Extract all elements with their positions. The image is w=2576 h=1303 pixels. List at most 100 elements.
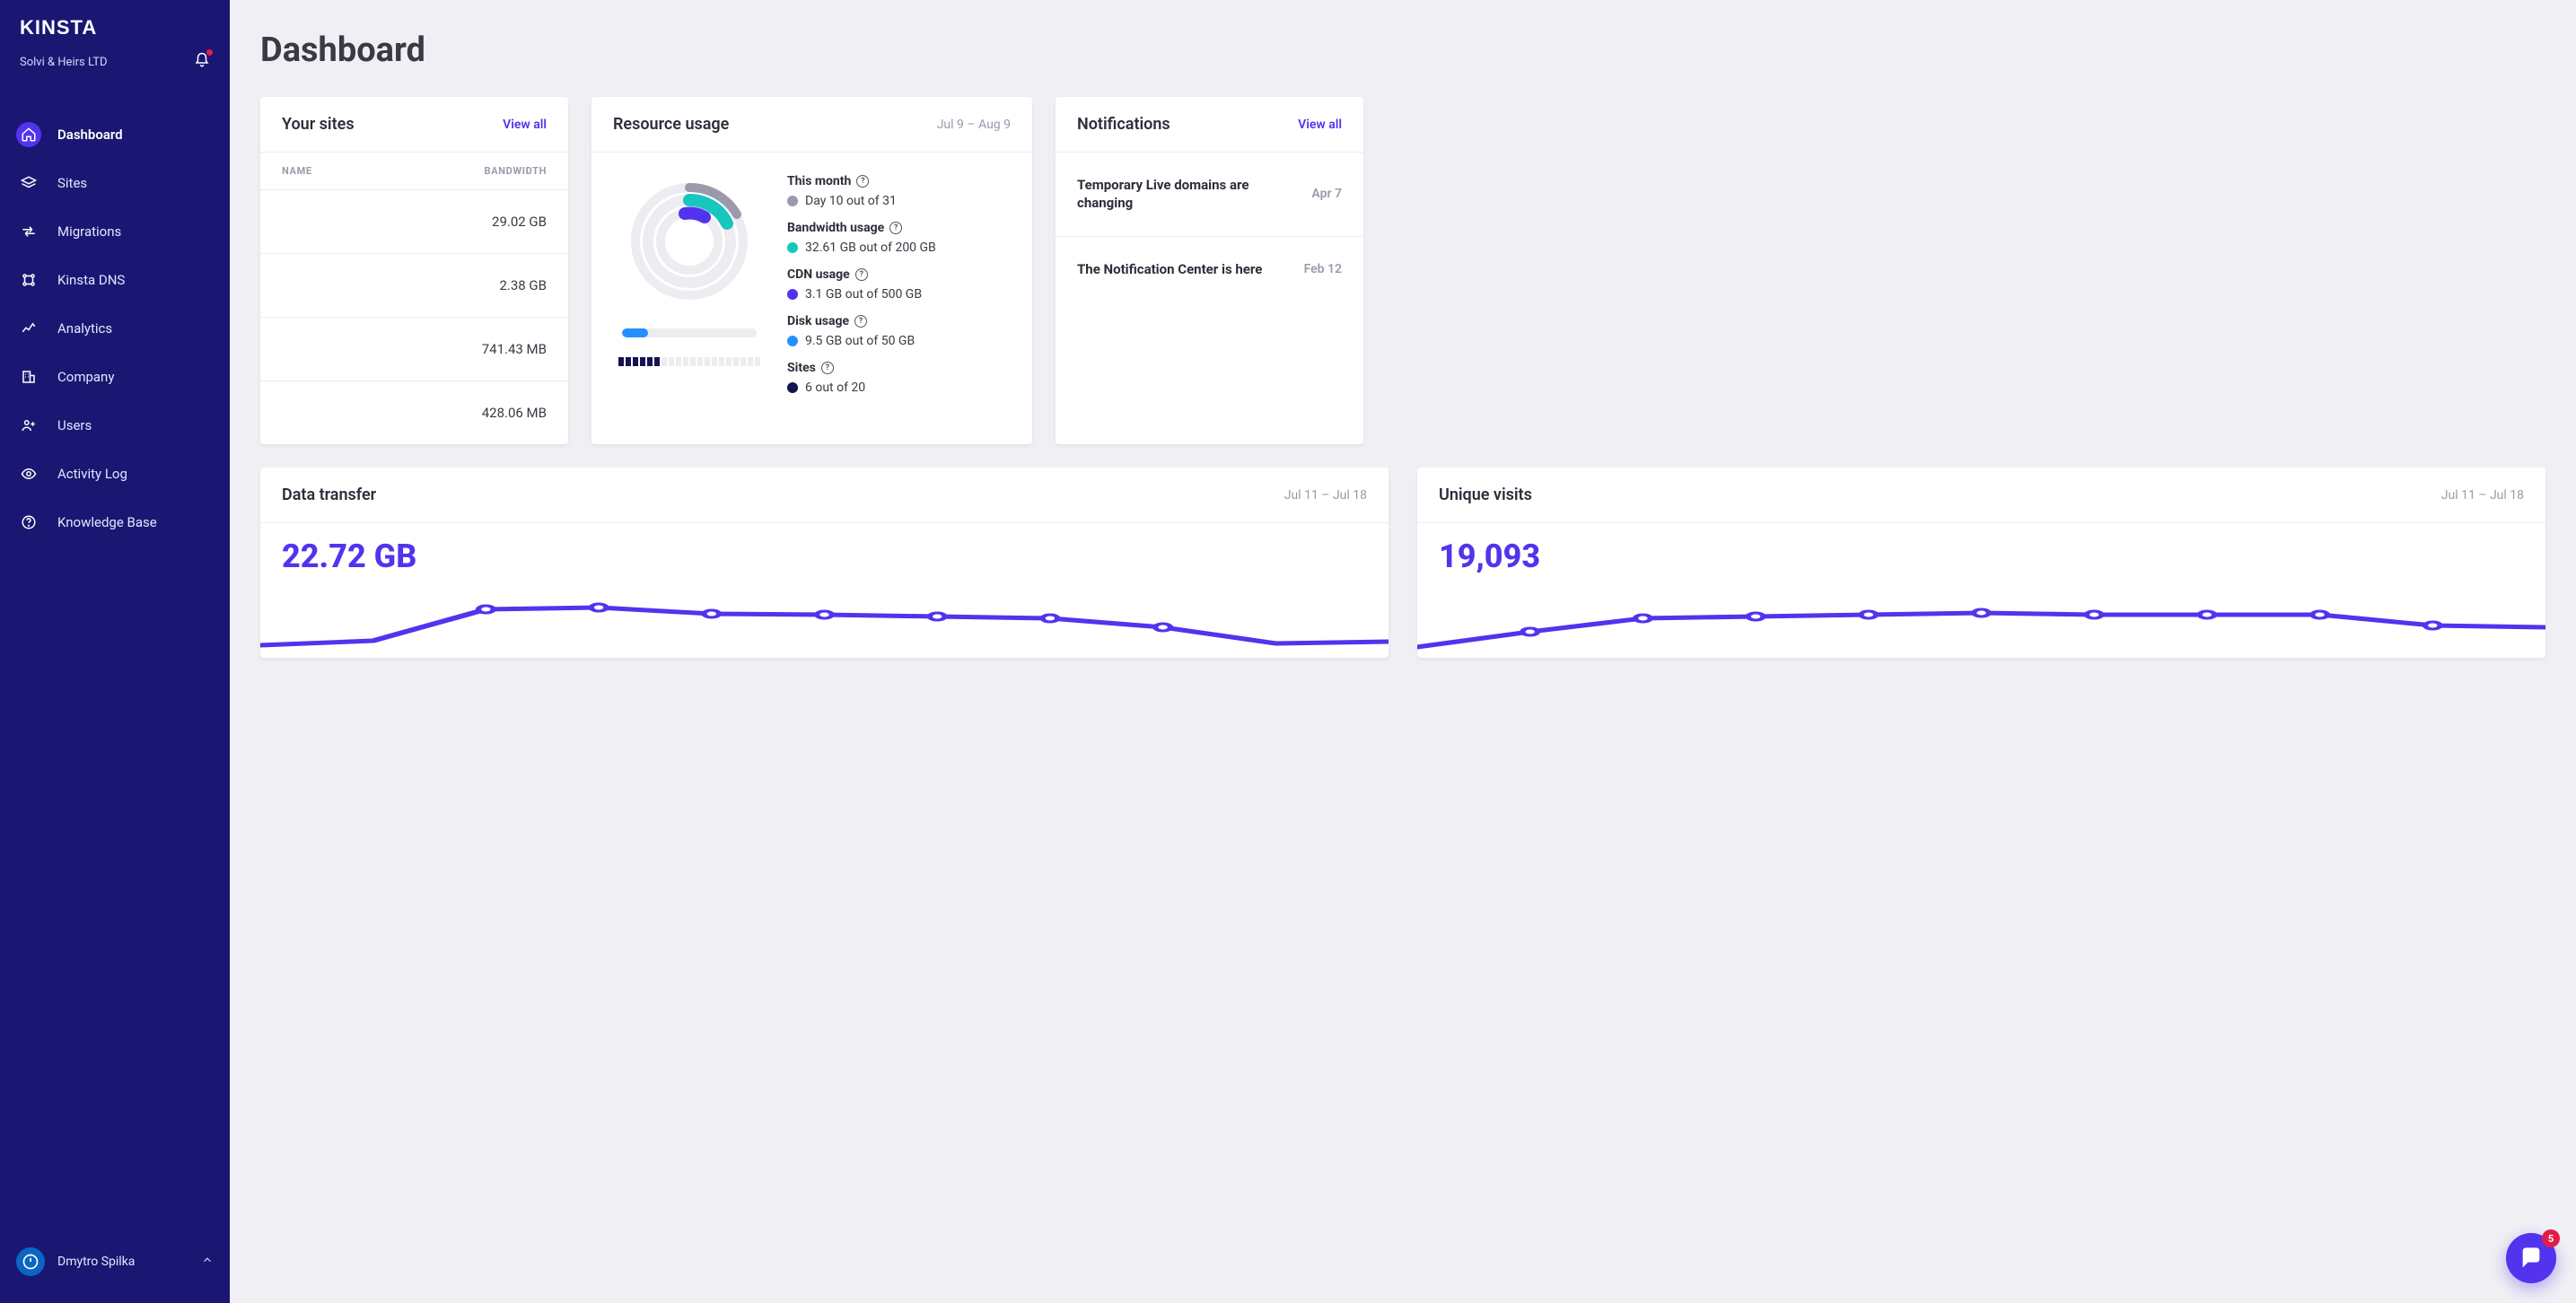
notifications-bell[interactable] bbox=[194, 52, 210, 72]
sidebar-item-label: Users bbox=[57, 417, 92, 433]
usage-label: Disk usage bbox=[787, 314, 849, 328]
usage-label: Bandwidth usage bbox=[787, 221, 884, 235]
notifications-title: Notifications bbox=[1077, 115, 1170, 134]
sidebar-item-dashboard[interactable]: Dashboard bbox=[0, 111, 230, 158]
sites-usage-ticks bbox=[618, 357, 760, 366]
notification-item[interactable]: Temporary Live domains are changing Apr … bbox=[1056, 153, 1363, 237]
usage-value: 3.1 GB out of 500 GB bbox=[805, 287, 922, 302]
help-icon[interactable]: ? bbox=[854, 315, 867, 328]
sidebar-item-label: Analytics bbox=[57, 320, 112, 337]
your-sites-view-all[interactable]: View all bbox=[503, 118, 547, 132]
unique-visits-date-range: Jul 11 – Jul 18 bbox=[2441, 488, 2524, 503]
bell-unread-dot bbox=[206, 49, 213, 56]
data-transfer-title: Data transfer bbox=[282, 485, 376, 504]
resource-title: Resource usage bbox=[613, 115, 729, 134]
your-sites-card: Your sites View all NAME BANDWIDTH 29.02… bbox=[260, 97, 568, 444]
company-name: Solvi & Heirs LTD bbox=[20, 56, 108, 69]
data-transfer-card: Data transfer Jul 11 – Jul 18 22.72 GB bbox=[260, 468, 1389, 658]
table-row[interactable]: 29.02 GB bbox=[260, 190, 568, 254]
column-bandwidth: BANDWIDTH bbox=[485, 165, 547, 177]
sidebar-item-users[interactable]: Users bbox=[0, 402, 230, 449]
user-menu[interactable]: Dmytro Spilka bbox=[0, 1237, 230, 1287]
data-transfer-sparkline bbox=[260, 582, 1389, 654]
home-icon bbox=[21, 127, 37, 143]
usage-value: 9.5 GB out of 50 GB bbox=[805, 334, 915, 348]
sidebar-item-sites[interactable]: Sites bbox=[0, 160, 230, 206]
dot-icon bbox=[787, 242, 798, 253]
sidebar-item-kinsta-dns[interactable]: Kinsta DNS bbox=[0, 257, 230, 303]
bandwidth-value: 2.38 GB bbox=[499, 277, 547, 293]
notification-title: The Notification Center is here bbox=[1077, 260, 1262, 278]
chat-icon bbox=[2519, 1246, 2544, 1271]
unique-visits-title: Unique visits bbox=[1439, 485, 1532, 504]
bandwidth-value: 428.06 MB bbox=[482, 405, 547, 421]
usage-value: 32.61 GB out of 200 GB bbox=[805, 240, 936, 255]
eye-icon bbox=[21, 466, 37, 482]
building-icon bbox=[21, 369, 37, 385]
sidebar-item-label: Company bbox=[57, 369, 114, 385]
bandwidth-value: 29.02 GB bbox=[492, 214, 547, 230]
sidebar-item-label: Activity Log bbox=[57, 466, 127, 482]
usage-label: This month bbox=[787, 174, 851, 188]
sidebar: KINSTA Solvi & Heirs LTD Dashboard Sites… bbox=[0, 0, 230, 1303]
usage-label: Sites bbox=[787, 361, 816, 375]
sidebar-nav: Dashboard Sites Migrations Kinsta DNS An… bbox=[0, 92, 230, 547]
stack-icon bbox=[21, 175, 37, 191]
sidebar-item-analytics[interactable]: Analytics bbox=[0, 305, 230, 352]
chat-badge: 5 bbox=[2542, 1229, 2560, 1247]
chart-icon bbox=[21, 320, 37, 337]
table-row[interactable]: 428.06 MB bbox=[260, 381, 568, 444]
user-name: Dmytro Spilka bbox=[57, 1255, 135, 1269]
resource-usage-card: Resource usage Jul 9 – Aug 9 bbox=[591, 97, 1032, 444]
avatar bbox=[16, 1247, 45, 1276]
help-icon[interactable]: ? bbox=[889, 222, 902, 234]
your-sites-title: Your sites bbox=[282, 115, 355, 134]
dot-icon bbox=[787, 382, 798, 393]
help-icon[interactable]: ? bbox=[856, 175, 869, 188]
unique-visits-value: 19,093 bbox=[1417, 523, 2545, 575]
bandwidth-value: 741.43 MB bbox=[482, 341, 547, 357]
notification-date: Feb 12 bbox=[1304, 262, 1342, 276]
usage-this-month: This month? Day 10 out of 31 bbox=[787, 174, 1011, 208]
sidebar-item-company[interactable]: Company bbox=[0, 354, 230, 400]
main-content: Dashboard Your sites View all NAME BANDW… bbox=[230, 0, 2576, 1303]
dot-icon bbox=[787, 336, 798, 346]
notifications-view-all[interactable]: View all bbox=[1298, 118, 1342, 132]
power-icon bbox=[22, 1253, 39, 1271]
help-icon bbox=[21, 514, 37, 530]
dot-icon bbox=[787, 196, 798, 206]
usage-cdn: CDN usage? 3.1 GB out of 500 GB bbox=[787, 267, 1011, 302]
sidebar-item-label: Migrations bbox=[57, 223, 121, 240]
sidebar-item-migrations[interactable]: Migrations bbox=[0, 208, 230, 255]
dot-icon bbox=[787, 289, 798, 300]
resource-donut-chart bbox=[622, 174, 757, 309]
page-title: Dashboard bbox=[260, 31, 2545, 70]
brand-logo[interactable]: KINSTA bbox=[0, 16, 230, 45]
data-transfer-value: 22.72 GB bbox=[260, 523, 1389, 575]
sidebar-item-activity-log[interactable]: Activity Log bbox=[0, 450, 230, 497]
arrows-icon bbox=[21, 223, 37, 240]
sidebar-item-label: Dashboard bbox=[57, 127, 123, 143]
resource-date-range: Jul 9 – Aug 9 bbox=[937, 118, 1011, 132]
dns-icon bbox=[21, 272, 37, 288]
chat-button[interactable]: 5 bbox=[2506, 1233, 2556, 1283]
sidebar-item-knowledge-base[interactable]: Knowledge Base bbox=[0, 499, 230, 546]
usage-sites: Sites? 6 out of 20 bbox=[787, 361, 1011, 395]
notification-item[interactable]: The Notification Center is here Feb 12 bbox=[1056, 237, 1363, 302]
help-icon[interactable]: ? bbox=[855, 268, 868, 281]
chevron-up-icon bbox=[201, 1254, 214, 1270]
notifications-card: Notifications View all Temporary Live do… bbox=[1056, 97, 1363, 444]
user-plus-icon bbox=[21, 417, 37, 433]
notification-date: Apr 7 bbox=[1311, 187, 1342, 201]
sidebar-item-label: Knowledge Base bbox=[57, 514, 157, 530]
notification-title: Temporary Live domains are changing bbox=[1077, 176, 1295, 213]
table-row[interactable]: 741.43 MB bbox=[260, 318, 568, 381]
usage-disk: Disk usage? 9.5 GB out of 50 GB bbox=[787, 314, 1011, 348]
usage-label: CDN usage bbox=[787, 267, 850, 282]
usage-value: Day 10 out of 31 bbox=[805, 194, 897, 208]
sidebar-item-label: Kinsta DNS bbox=[57, 272, 125, 288]
unique-visits-card: Unique visits Jul 11 – Jul 18 19,093 bbox=[1417, 468, 2545, 658]
disk-usage-bar bbox=[622, 328, 757, 337]
help-icon[interactable]: ? bbox=[821, 362, 834, 374]
table-row[interactable]: 2.38 GB bbox=[260, 254, 568, 318]
